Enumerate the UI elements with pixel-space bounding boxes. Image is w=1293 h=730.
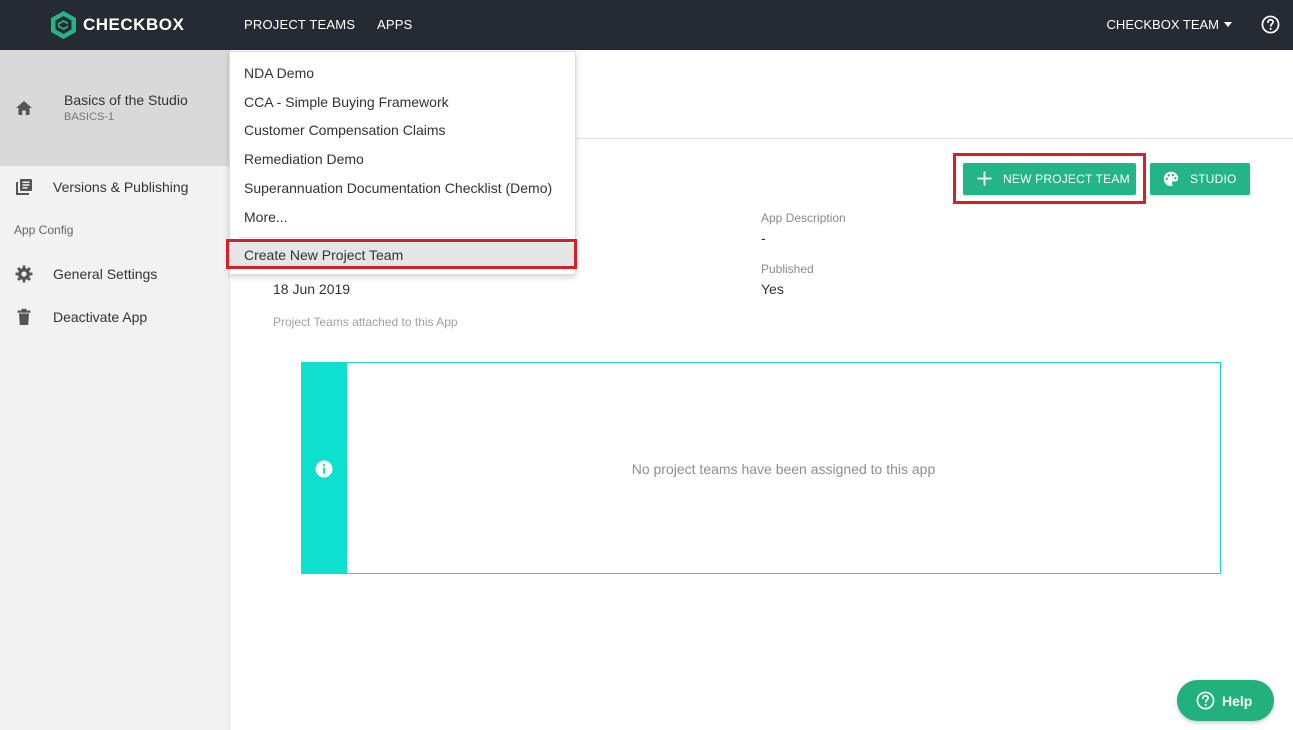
highlight-new-project-team [953,153,1146,204]
dropdown-item-superannuation-checklist[interactable]: Superannuation Documentation Checklist (… [244,180,552,196]
caret-down-icon [1224,22,1232,27]
sidebar-item-general-settings[interactable]: General Settings [0,259,230,289]
dropdown-item-more[interactable]: More... [244,209,288,225]
project-teams-label: Project Teams attached to this App [273,315,458,329]
help-circle-icon[interactable] [1261,15,1280,34]
palette-icon [1163,171,1179,187]
checkbox-logo-icon [51,11,76,39]
sidebar-item-deactivate-app[interactable]: Deactivate App [0,302,230,332]
team-menu[interactable]: CHECKBOX TEAM [1107,17,1232,32]
help-circle-icon [1196,691,1215,710]
sidebar-item-label: Deactivate App [53,309,148,325]
home-icon [16,101,32,115]
sidebar-item-label: General Settings [53,266,158,282]
published-label: Published [761,262,814,276]
sidebar-item-versions-publishing[interactable]: Versions & Publishing [0,172,230,202]
empty-state-message: No project teams have been assigned to t… [631,461,936,477]
published-value: Yes [761,281,784,297]
help-button[interactable]: Help [1177,680,1274,721]
highlight-create-new-project-team [226,239,577,269]
dropdown-item-nda-demo[interactable]: NDA Demo [244,65,314,81]
app-description-label: App Description [761,211,846,225]
empty-state-box: No project teams have been assigned to t… [301,362,1221,574]
nav-project-teams[interactable]: PROJECT TEAMS [244,17,355,32]
app-code: BASICS-1 [64,111,115,123]
top-nav-bar: CHECKBOX PROJECT TEAMS APPS CHECKBOX TEA… [0,0,1293,50]
info-icon [315,460,333,478]
trash-icon [17,308,31,325]
app-title: Basics of the Studio [64,92,188,108]
info-strip [302,363,347,573]
sidebar-app-header[interactable]: Basics of the Studio BASICS-1 [0,50,230,166]
sidebar-section-app-config: App Config [14,223,74,237]
studio-label: STUDIO [1190,172,1237,186]
sidebar-item-label: Versions & Publishing [53,179,189,195]
dropdown-item-customer-compensation-claims[interactable]: Customer Compensation Claims [244,122,446,138]
nav-apps[interactable]: APPS [377,17,412,32]
brand-name: CHECKBOX [83,15,185,34]
dropdown-separator [238,237,568,238]
gear-icon [15,265,33,283]
sidebar: Basics of the Studio BASICS-1 Versions &… [0,50,230,730]
library-books-icon [16,179,32,195]
help-label: Help [1222,693,1253,709]
created-date-value: 18 Jun 2019 [273,281,351,297]
team-menu-label: CHECKBOX TEAM [1106,17,1219,32]
dropdown-item-remediation-demo[interactable]: Remediation Demo [244,151,364,167]
brand[interactable]: CHECKBOX [50,10,184,40]
dropdown-item-cca-simple-buying-framework[interactable]: CCA - Simple Buying Framework [244,94,449,110]
app-description-value: - [761,230,766,246]
studio-button[interactable]: STUDIO [1150,163,1250,195]
